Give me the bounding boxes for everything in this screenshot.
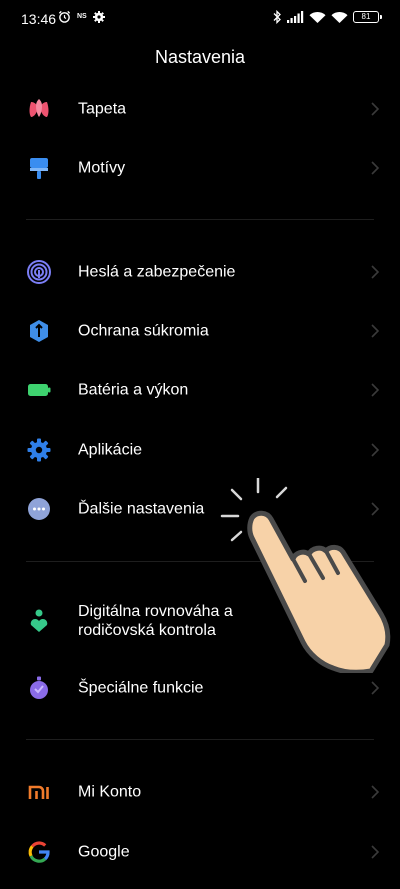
paint-brush-icon [30,158,48,179]
wellbeing-icon [30,609,48,632]
settings-gear-status-icon [92,10,105,23]
bluetooth-icon [273,10,281,24]
status-time: 13:46 [21,11,57,27]
battery-indicator: 81 [353,11,382,23]
tulip-icon [29,99,49,117]
wifi-icon [309,11,326,23]
signal-icon [287,11,304,23]
special-features-icon [30,676,48,699]
page-title: Nastavenia [154,47,246,67]
chevron-right-icon [371,443,380,457]
privacy-shield-icon [30,320,48,342]
chevron-right-icon [371,161,380,175]
chevron-right-icon [371,265,380,279]
settings-item-label: Špeciálne funkcie [78,679,204,697]
settings-item-aplikacie[interactable]: Aplikácie [0,421,400,479]
settings-item-label: Tapeta [78,100,127,118]
settings-item-label: Ochrana súkromia [78,322,209,340]
status-bar: 13:46 NS 81 [0,0,400,38]
settings-item-hesla[interactable]: Heslá a zabezpečenie [0,243,400,301]
chevron-right-icon [371,102,380,116]
google-icon [28,841,50,863]
fingerprint-icon [27,260,51,284]
nfc-indicator: NS [77,13,87,20]
settings-item-label: Heslá a zabezpečenie [78,263,236,281]
settings-item-bateria[interactable]: Batéria a výkon [0,361,400,419]
wifi-icon-2 [331,11,348,23]
chevron-right-icon [371,324,380,338]
tap-hand-icon [220,478,391,673]
more-dots-icon [28,498,50,520]
settings-item-mi-konto[interactable]: Mi Konto [0,763,400,821]
settings-item-tapeta[interactable]: Tapeta [0,80,400,138]
battery-icon [28,384,51,396]
chevron-right-icon [371,845,380,859]
settings-item-motivy[interactable]: Motívy [0,139,400,197]
settings-item-label: Batéria a výkon [78,381,189,399]
settings-item-label: Google [78,843,130,861]
section-divider [26,219,374,220]
mi-logo-icon [28,785,49,799]
gear-icon [27,438,51,462]
settings-item-label: Aplikácie [78,441,143,459]
chevron-right-icon [371,785,380,799]
settings-item-label: Motívy [78,159,126,177]
settings-item-ochrana[interactable]: Ochrana súkromia [0,302,400,360]
chevron-right-icon [371,383,380,397]
settings-item-google[interactable]: Google [0,823,400,881]
alarm-icon [58,10,71,23]
settings-item-label: Mi Konto [78,783,142,801]
section-divider [26,739,374,740]
chevron-right-icon [371,681,380,695]
